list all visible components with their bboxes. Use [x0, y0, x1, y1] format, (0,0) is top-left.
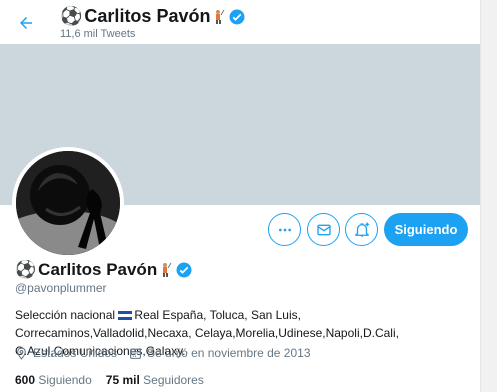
more-icon: [278, 228, 291, 231]
profile-header: ⚽ Carlitos Pavón 11,6 mil Tweets: [0, 0, 497, 44]
calendar-icon: [130, 348, 141, 359]
location: Estados Unidos: [15, 346, 117, 360]
profile-handle: @pavonplummer: [15, 281, 107, 295]
arrow-left-icon: [20, 17, 32, 29]
soccer-ball-icon: ⚽: [15, 260, 37, 280]
profile-meta: Estados Unidos Se unió en noviembre de 2…: [15, 346, 323, 360]
profile-stats: 600 Siguiendo 75 mil Seguidores: [15, 373, 218, 387]
header-title: ⚽ Carlitos Pavón: [60, 6, 246, 27]
followers-label: Seguidores: [143, 373, 204, 387]
tweet-count: 11,6 mil Tweets: [60, 28, 136, 40]
profile-name: ⚽ Carlitos Pavón: [15, 260, 193, 280]
envelope-icon: [316, 224, 331, 235]
back-button[interactable]: [12, 9, 40, 37]
message-button[interactable]: [307, 213, 340, 246]
more-button[interactable]: [268, 213, 301, 246]
join-date: Se unió en noviembre de 2013: [129, 346, 311, 360]
profile-name-text: Carlitos Pavón: [38, 260, 158, 279]
following-button[interactable]: Siguiendo: [384, 213, 468, 246]
golfer-icon: [216, 9, 225, 24]
location-text: Estados Unidos: [33, 346, 118, 360]
header-name: Carlitos Pavón: [84, 6, 211, 26]
honduras-flag-icon: [118, 311, 133, 321]
soccer-ball-icon: ⚽: [60, 6, 83, 27]
join-date-text: Se unió en noviembre de 2013: [147, 346, 311, 360]
followers-count: 75 mil: [105, 373, 140, 387]
golfer-icon: [163, 262, 172, 277]
avatar[interactable]: [12, 147, 124, 259]
following-count: 600: [15, 373, 36, 387]
bio-prefix: Selección nacional: [15, 308, 116, 322]
followers-link[interactable]: 75 mil Seguidores: [106, 373, 204, 387]
verified-badge-icon: [176, 262, 192, 278]
notifications-button[interactable]: [345, 213, 378, 246]
verified-badge-icon: [229, 9, 245, 24]
scrollbar[interactable]: [480, 0, 497, 392]
location-pin-icon: [17, 347, 26, 360]
following-label: Siguiendo: [38, 373, 92, 387]
bell-plus-icon: [354, 222, 369, 237]
black-rose-ribbon-image: [16, 151, 120, 255]
following-link[interactable]: 600 Siguiendo: [15, 373, 92, 387]
